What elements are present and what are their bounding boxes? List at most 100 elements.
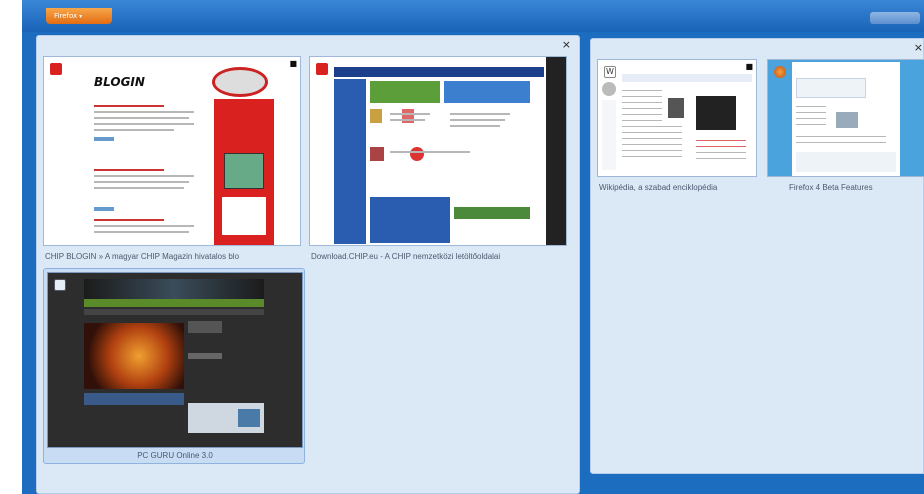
side-box [188,321,222,333]
text-line [390,119,425,121]
right-bar [546,57,566,245]
ad-image [238,409,260,427]
promo-banner [370,81,440,103]
promo-banner-2 [444,81,530,103]
share-buttons [94,137,114,141]
tab-wikipedia[interactable]: W ■ Wikipédia, a szabad enciklopédia [597,59,757,199]
text-line [94,181,189,183]
magazine-cover [224,153,264,189]
firefox-icon [774,66,786,78]
tab-download-chip[interactable]: ■ Download.CHIP.eu - A CHIP nemzetközi l… [309,56,569,288]
wikipedia-icon: W [604,66,616,78]
text-line [796,142,886,143]
product-icon [370,109,382,123]
feature-image [836,112,858,128]
tab-chip-blogin[interactable]: ■ BLOGIN CHIP BLOGIN » A magyar CHIP Mag… [43,56,301,288]
tab-firefox-beta[interactable]: Firefox 4 Beta Features [767,59,924,199]
group-close-icon[interactable]: × [914,42,923,53]
text-line [94,129,174,131]
tab-group-1[interactable]: × ■ BLOGIN CHIP BLOGIN » A magyar CHIP M… [36,35,580,494]
wiki-logo [602,82,616,96]
text-line [622,132,682,133]
thumb-strip [84,393,184,405]
text-line [450,119,505,121]
nav-strip [84,299,264,307]
tab-thumbnail [47,272,303,448]
text-line [450,125,500,127]
chevron-down-icon: ▾ [79,13,83,20]
window-controls[interactable] [870,12,920,24]
headline-line [94,105,164,107]
text-line [94,231,189,233]
text-line [622,96,662,97]
text-line [696,152,746,153]
subnav [84,309,264,315]
tab-thumbnail: W ■ [597,59,757,177]
tab-thumbnail: ■ [309,56,567,246]
text-line [622,126,682,127]
screenshot-box [796,78,866,98]
text-line [94,225,194,227]
left-nav [334,79,366,244]
tab-title: CHIP BLOGIN » A magyar CHIP Magazin hiva… [45,252,240,261]
text-line [94,187,184,189]
text-line [622,102,662,103]
text-line [430,151,470,153]
headline-line [94,169,164,171]
tab-title: Wikipédia, a szabad enciklopédia [599,183,718,192]
product-icon [370,147,384,161]
text-line [94,111,194,113]
tab-close-icon[interactable]: ■ [289,59,297,68]
pcguru-icon [54,279,66,291]
tab-title: Firefox 4 Beta Features [789,183,873,192]
firefox-menu-button[interactable]: Firefox ▾ [46,8,112,24]
text-line [622,150,682,151]
group-close-icon[interactable]: × [562,39,571,50]
text-line [796,112,826,113]
text-line [796,136,886,137]
chip-red-icon [50,63,62,75]
download-box [370,197,450,243]
text-line [622,108,662,109]
tab-title: Download.CHIP.eu - A CHIP nemzetközi let… [311,252,501,261]
product-icon [410,147,424,161]
text-line [796,106,826,107]
text-line [622,90,662,91]
text-line [94,123,194,125]
tab-thumbnail: ■ BLOGIN [43,56,301,246]
tab-pc-guru[interactable]: PC GURU Online 3.0 [43,268,305,464]
left-margin [0,0,22,494]
green-strip [454,207,530,219]
site-header [84,279,264,299]
tab-title: PC GURU Online 3.0 [137,451,213,460]
firefox-menu-label: Firefox [54,12,78,20]
text-line [696,158,746,159]
text-line [796,124,826,125]
headline-line [94,219,164,221]
text-line [94,175,194,177]
text-line [390,151,430,153]
side-box [188,353,222,359]
text-line [622,120,662,121]
text-line [622,156,682,157]
text-line [622,114,662,115]
tab-thumbnail [767,59,924,177]
text-line [390,113,430,115]
blogin-logo: BLOGIN [94,75,145,89]
featured-image [84,323,184,389]
chip-red-icon [316,63,328,75]
text-line [696,140,746,141]
text-line [696,146,746,147]
wiki-sidebar [602,100,616,170]
text-line [622,138,682,139]
text-line [94,117,189,119]
space-image [696,96,736,130]
tab-group-2[interactable]: × W ■ Wikipédia, a szabad enciklopédia F… [590,38,924,474]
wiki-banner [622,74,752,82]
window-titlebar: Firefox ▾ [22,0,924,32]
tab-close-icon[interactable]: ■ [745,62,753,71]
portrait-image [668,98,684,118]
text-line [622,144,682,145]
logo-graphic [212,67,268,97]
site-header [334,67,544,77]
